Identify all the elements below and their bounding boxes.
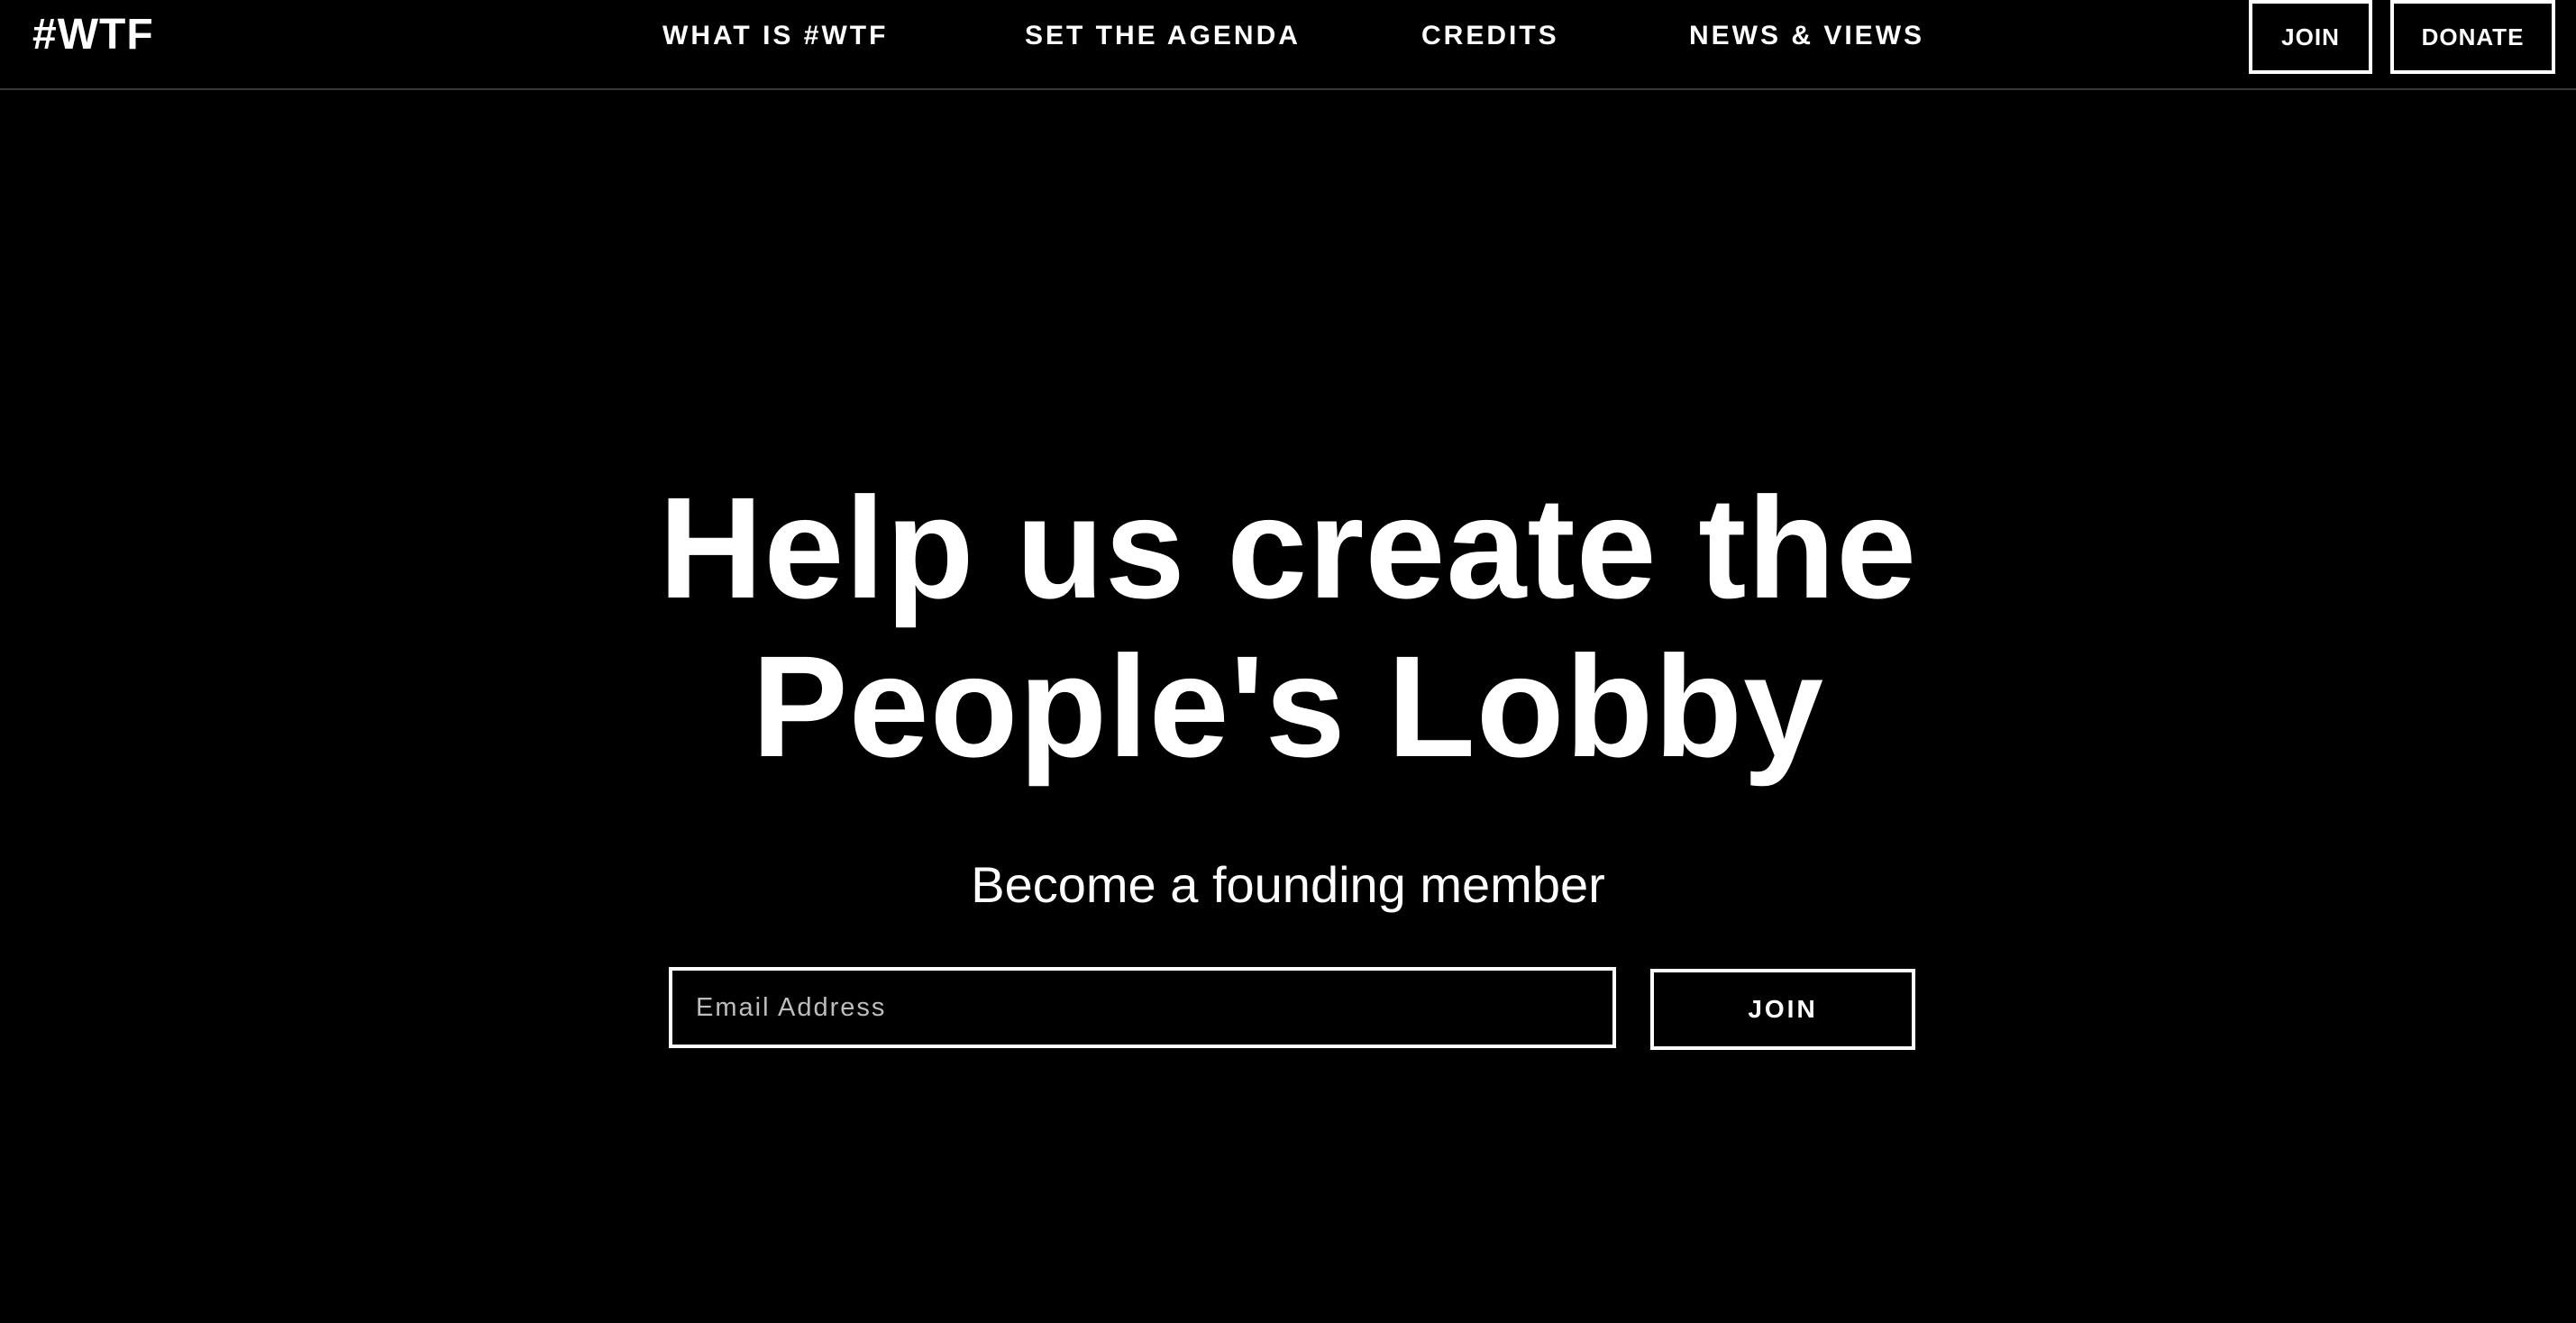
nav-item-what-is-wtf[interactable]: WHAT IS #WTF xyxy=(662,16,888,56)
nav-item-credits[interactable]: CREDITS xyxy=(1421,16,1559,56)
main-nav: WHAT IS #WTF SET THE AGENDA CREDITS NEWS… xyxy=(0,16,2576,56)
email-address-input[interactable] xyxy=(669,967,1616,1048)
hero-title: Help us create the People's Lobby xyxy=(0,469,2576,786)
nav-item-news-views[interactable]: NEWS & VIEWS xyxy=(1689,16,1924,56)
header-join-button[interactable]: JOIN xyxy=(2249,0,2372,74)
signup-join-button[interactable]: JOIN xyxy=(1650,969,1915,1050)
header-donate-button[interactable]: DONATE xyxy=(2390,0,2555,74)
hero-subtitle: Become a founding member xyxy=(971,856,1605,913)
hero-title-line-1: Help us create the xyxy=(658,467,1918,628)
hero-title-line-2: People's Lobby xyxy=(751,625,1824,787)
site-header: #WTF WHAT IS #WTF SET THE AGENDA CREDITS… xyxy=(0,0,2576,90)
nav-item-set-the-agenda[interactable]: SET THE AGENDA xyxy=(1025,16,1301,56)
